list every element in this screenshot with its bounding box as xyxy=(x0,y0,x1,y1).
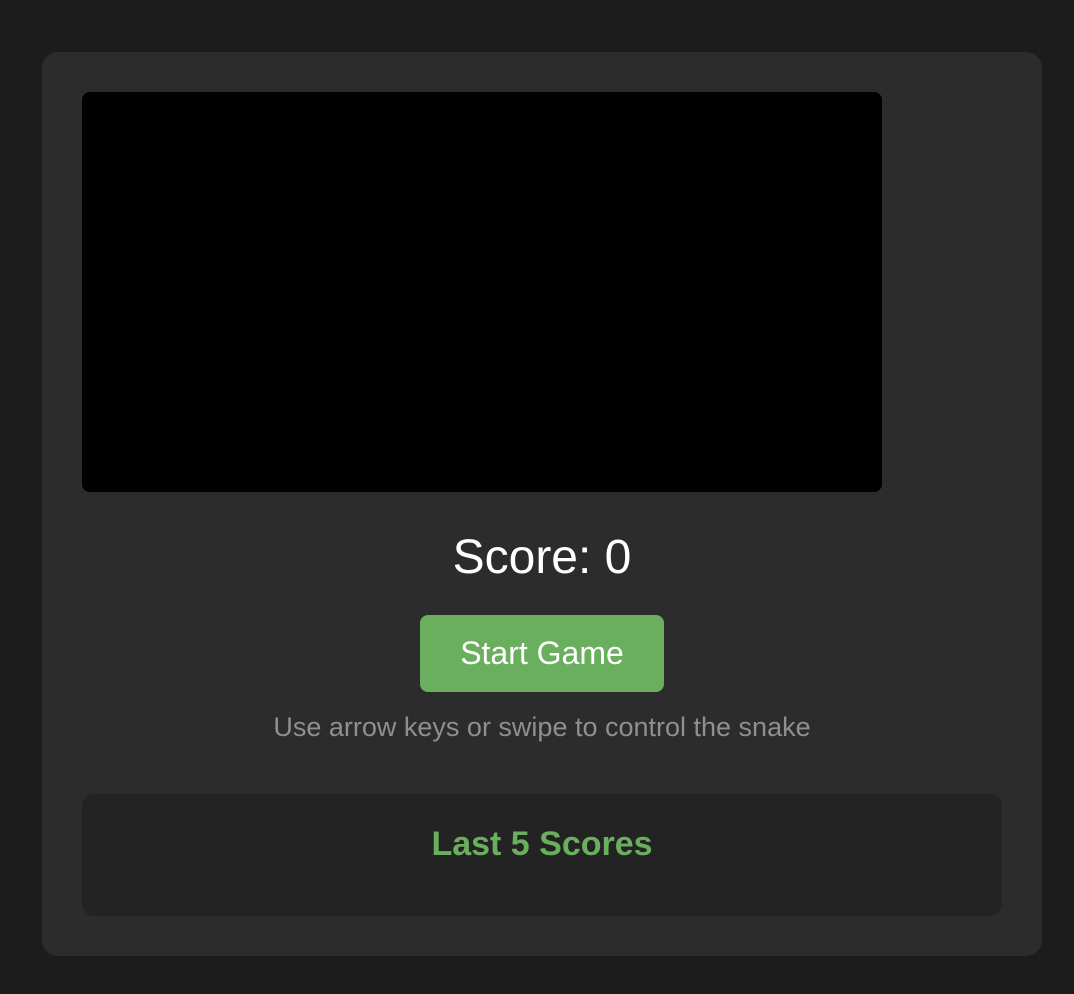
score-display: Score: 0 xyxy=(452,531,632,584)
last-scores-panel: Last 5 Scores xyxy=(82,794,1002,916)
instructions-text: Use arrow keys or swipe to control the s… xyxy=(273,712,811,742)
game-container: Score: 0 Start Game Use arrow keys or sw… xyxy=(42,52,1042,956)
start-game-button[interactable]: Start Game xyxy=(420,615,664,692)
last-scores-title: Last 5 Scores xyxy=(431,825,653,863)
game-board[interactable] xyxy=(82,92,882,492)
